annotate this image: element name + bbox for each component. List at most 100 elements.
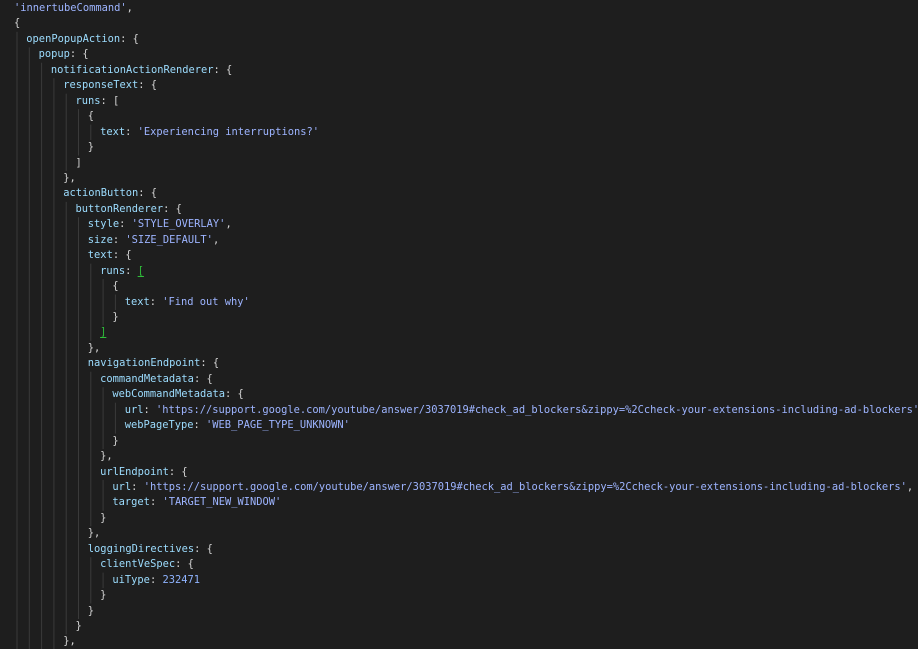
code-token-punc: , [212,233,220,246]
code-token-key: webPageType [124,419,194,432]
code-line: openPopupAction: { [26,32,139,48]
code-line: webPageType: 'WEB_PAGE_TYPE_UNKNOWN' [125,418,350,434]
code-token-str: 'https://support.google.com/youtube/answ… [155,403,918,416]
code-token-key: url [124,403,144,416]
code-line: } [112,310,118,326]
code-token-punc: } [112,434,119,447]
code-line: target: 'TARGET_NEW_WINDOW' [112,495,281,511]
code-token-key: url [112,480,132,493]
code-line: } [112,434,118,450]
code-token-key: responseText [63,79,139,92]
code-token-key: urlEndpoint [100,465,169,478]
code-token-punc: : [131,480,144,493]
code-line: style: 'STYLE_OVERLAY', [88,217,232,233]
code-token-key: uiType [112,573,150,586]
code-token-punc: : { [163,202,182,215]
code-token-punc: , [906,480,914,493]
code-line: navigationEndpoint: { [88,356,219,372]
code-token-punc: : [149,295,163,308]
code-token-punc: } [75,620,82,632]
code-token-punc: : [125,264,138,277]
code-token-punc: : { [200,357,220,370]
code-line: urlEndpoint: { [100,465,188,481]
code-line: actionButton: { [63,186,157,202]
code-token-key: target [112,496,150,509]
code-token-punc: ] [75,156,82,169]
code-token-key: popup [38,48,70,61]
code-token-key: notificationActionRenderer [50,63,214,76]
code-token-str: 'Experiencing interruptions?' [137,125,320,138]
code-token-key: loggingDirectives [87,542,195,555]
code-token-punc: }, [87,341,101,354]
code-token-key: text [87,249,113,262]
code-token-punc: : [149,496,163,509]
code-token-key: text [100,125,126,138]
code-token-key: commandMetadata [100,372,194,385]
code-line: ] [100,325,106,341]
code-token-punc: : { [175,558,194,571]
code-line: text: 'Experiencing interruptions?' [100,125,319,141]
code-token-key: style [87,218,120,231]
code-token-punc: : { [112,249,132,262]
code-token-punc: : { [194,542,213,555]
code-line: loggingDirectives: { [88,542,213,558]
code-line: popup: { [39,47,89,63]
code-line: }, [88,341,101,357]
code-token-punc: }, [63,635,76,648]
code-token-str: 'innertubeCommand' [14,2,127,14]
code-token-punc: : [143,403,156,416]
code-line: } [76,619,82,635]
code-token-punc: { [87,110,95,123]
code-token-punc: : [ [100,94,120,107]
code-line: webCommandMetadata: { [112,387,243,403]
code-line: } [100,588,106,604]
code-line: { [88,109,94,125]
code-token-punc: } [100,589,107,602]
code-line: text: 'Find out why' [125,295,250,311]
code-line: notificationActionRenderer: { [51,63,232,79]
code-token-punc: { [14,17,21,30]
code-token-str: 'STYLE_OVERLAY' [131,218,226,231]
code-line: runs: [ [100,264,144,280]
code-token-punc: } [87,141,95,154]
code-token-punc: : { [69,48,89,61]
code-line: 'innertubeCommand', [14,1,133,17]
code-token-punc: : [119,218,132,231]
code-line: }, [63,634,76,649]
code-token-key: text [124,295,150,308]
code-line: clientVeSpec: { [100,557,194,573]
code-token-punc: }, [100,450,113,463]
code-line: } [88,604,94,620]
code-token-punc: : { [193,372,213,385]
code-token-punc: : { [213,63,233,76]
code-token-punc: : { [138,187,158,200]
code-line: url: 'https://support.google.com/youtube… [125,403,918,419]
code-token-hl: [ [137,264,144,277]
code-token-punc: : { [225,388,244,401]
code-token-punc: : [125,125,138,138]
code-line: size: 'SIZE_DEFAULT', [88,233,219,249]
code-line: commandMetadata: { [100,372,213,388]
code-line: buttonRenderer: { [76,202,182,218]
code-token-key: openPopupAction [26,32,121,45]
code-token-str: 'https://support.google.com/youtube/answ… [143,480,907,493]
code-line: responseText: { [63,78,157,94]
code-token-str: 'WEB_PAGE_TYPE_UNKNOWN' [206,419,350,432]
code-token-key: runs [75,94,101,107]
code-token-punc: : [193,419,207,432]
code-line: text: { [88,248,132,264]
code-line: }, [88,526,101,542]
code-token-punc: : { [120,32,139,45]
code-token-punc: }, [87,527,101,540]
code-line: { [14,16,20,32]
code-token-str: 'Find out why' [162,295,250,308]
code-token-num2: 232471 [162,573,200,586]
code-line: { [112,279,118,295]
code-token-key: size [87,233,113,246]
code-line: } [88,140,94,156]
code-editor[interactable]: 'innertubeCommand',{openPopupAction: {po… [0,0,918,649]
code-line: ] [76,156,82,172]
code-token-key: clientVeSpec [100,558,176,571]
code-token-str: 'SIZE_DEFAULT' [125,233,213,246]
code-token-str: 'TARGET_NEW_WINDOW' [162,496,282,509]
